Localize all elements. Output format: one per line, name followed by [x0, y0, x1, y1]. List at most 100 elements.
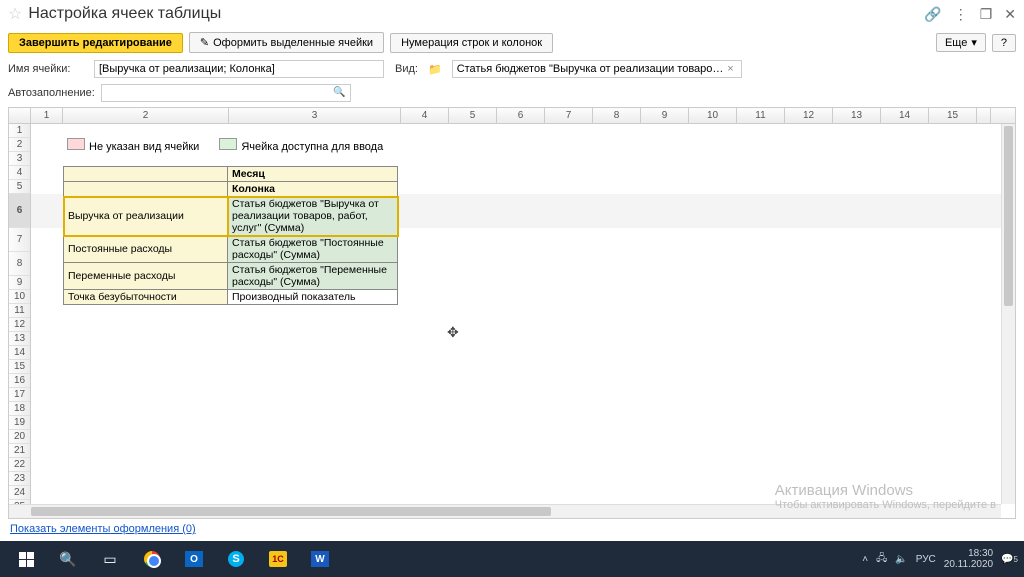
kind-cell[interactable]: Статья бюджетов "Постоянные расходы" (Су… [228, 236, 398, 263]
row-header[interactable]: 14 [9, 346, 30, 360]
row-header[interactable]: 20 [9, 430, 30, 444]
vscroll-thumb[interactable] [1004, 126, 1013, 306]
row-header[interactable]: 8 [9, 252, 30, 276]
row-header[interactable]: 21 [9, 444, 30, 458]
row-label-cell[interactable]: Выручка от реализации [64, 197, 228, 236]
row-header[interactable]: 2 [9, 138, 30, 152]
col-header[interactable]: 2 [63, 108, 229, 123]
col-header[interactable]: 5 [449, 108, 497, 123]
row-header[interactable]: 13 [9, 332, 30, 346]
col-header[interactable]: 7 [545, 108, 593, 123]
clock-time: 18:30 [944, 548, 993, 559]
col-header[interactable]: 14 [881, 108, 929, 123]
task-view-button[interactable]: ▭ [90, 544, 130, 574]
kind-field[interactable]: Статья бюджетов "Выручка от реализации т… [452, 60, 742, 78]
legend-no-type-label: Не указан вид ячейки [89, 141, 199, 153]
restore-icon[interactable]: ❐ [980, 6, 993, 23]
volume-icon[interactable]: 🔈 [895, 554, 907, 565]
more-button[interactable]: Еще ▾ [936, 33, 986, 52]
folder-icon[interactable]: 📁 [428, 63, 442, 76]
row-headers: 1234567891011121314151617181920212223242… [9, 124, 31, 504]
spreadsheet-grid: 1 2 3 4 5 6 7 8 9 10 11 12 13 14 15 1234… [8, 107, 1016, 519]
row-header[interactable]: 10 [9, 290, 30, 304]
taskbar: 🔍 ▭ O S 1C W ˄ 🖧 🔈 РУС 18:30 20.11.2020 … [0, 541, 1024, 577]
col-header[interactable]: 6 [497, 108, 545, 123]
notifications-icon[interactable]: 💬5 [1001, 554, 1018, 565]
window-title: Настройка ячеек таблицы [28, 5, 924, 23]
link-icon[interactable]: 🔗 [924, 6, 941, 23]
row-header[interactable]: 7 [9, 228, 30, 252]
vertical-scrollbar[interactable] [1001, 124, 1015, 504]
kind-cell[interactable]: Статья бюджетов "Выручка от реализации т… [228, 197, 398, 236]
chrome-icon [144, 551, 160, 567]
language-indicator[interactable]: РУС [916, 554, 936, 565]
hscroll-thumb[interactable] [31, 507, 551, 516]
finish-editing-button[interactable]: Завершить редактирование [8, 33, 183, 53]
word-taskbar-button[interactable]: W [300, 544, 340, 574]
kind-cell[interactable]: Статья бюджетов "Переменные расходы" (Су… [228, 263, 398, 290]
col-header[interactable]: 12 [785, 108, 833, 123]
col-header[interactable]: 4 [401, 108, 449, 123]
col-header[interactable]: 10 [689, 108, 737, 123]
title-bar: ☆ Настройка ячеек таблицы 🔗 ⋮ ❐ ✕ [0, 0, 1024, 28]
col-header[interactable]: 9 [641, 108, 689, 123]
skype-icon: S [228, 551, 244, 567]
row-header[interactable]: 15 [9, 360, 30, 374]
horizontal-scrollbar[interactable] [9, 504, 1001, 518]
row-header[interactable]: 23 [9, 472, 30, 486]
cell-name-value: [Выручка от реализации; Колонка] [99, 63, 275, 75]
menu-icon[interactable]: ⋮ [954, 6, 968, 23]
col-header[interactable]: 1 [31, 108, 63, 123]
skype-taskbar-button[interactable]: S [216, 544, 256, 574]
cells-area[interactable]: Не указан вид ячейки Ячейка доступна для… [31, 124, 1015, 504]
column-headers: 1 2 3 4 5 6 7 8 9 10 11 12 13 14 15 [9, 108, 1015, 124]
month-header-cell[interactable]: Месяц [228, 167, 398, 182]
kind-clear-icon[interactable]: × [724, 63, 736, 75]
row-header[interactable]: 5 [9, 180, 30, 194]
header-cell[interactable] [64, 182, 228, 197]
chrome-taskbar-button[interactable] [132, 544, 172, 574]
clock[interactable]: 18:30 20.11.2020 [944, 548, 993, 570]
col-header[interactable]: 11 [737, 108, 785, 123]
row-header[interactable]: 1 [9, 124, 30, 138]
column-header-cell[interactable]: Колонка [228, 182, 398, 197]
start-button[interactable] [6, 544, 46, 574]
search-taskbar-button[interactable]: 🔍 [48, 544, 88, 574]
row-header[interactable]: 19 [9, 416, 30, 430]
kind-cell[interactable]: Производный показатель [228, 290, 398, 305]
row-header[interactable]: 4 [9, 166, 30, 180]
row-header[interactable]: 22 [9, 458, 30, 472]
show-design-elements-link[interactable]: Показать элементы оформления (0) [10, 523, 196, 535]
col-header[interactable]: 15 [929, 108, 977, 123]
col-header[interactable]: 8 [593, 108, 641, 123]
col-header[interactable]: 13 [833, 108, 881, 123]
header-cell[interactable] [64, 167, 228, 182]
autofill-field[interactable]: 🔍 [101, 84, 351, 102]
network-icon[interactable]: 🖧 [876, 551, 887, 568]
row-header[interactable]: 12 [9, 318, 30, 332]
favorite-star-icon[interactable]: ☆ [8, 4, 22, 24]
corner-cell[interactable] [9, 108, 31, 123]
row-header[interactable]: 24 [9, 486, 30, 500]
outlook-taskbar-button[interactable]: O [174, 544, 214, 574]
col-header[interactable]: 3 [229, 108, 401, 123]
numbering-button[interactable]: Нумерация строк и колонок [390, 33, 553, 53]
format-cells-button[interactable]: ✎ Оформить выделенные ячейки [189, 32, 384, 53]
row-header[interactable]: 3 [9, 152, 30, 166]
row-header[interactable]: 6 [9, 194, 30, 228]
help-button[interactable]: ? [992, 34, 1016, 52]
row-header[interactable]: 18 [9, 402, 30, 416]
row-header[interactable]: 11 [9, 304, 30, 318]
onec-taskbar-button[interactable]: 1C [258, 544, 298, 574]
row-header[interactable]: 9 [9, 276, 30, 290]
row-label-cell[interactable]: Постоянные расходы [64, 236, 228, 263]
row-label-cell[interactable]: Переменные расходы [64, 263, 228, 290]
row-label-cell[interactable]: Точка безубыточности [64, 290, 228, 305]
tray-chevron-icon[interactable]: ˄ [862, 554, 868, 565]
cell-name-label: Имя ячейки: [8, 63, 88, 75]
search-icon[interactable]: 🔍 [333, 87, 345, 98]
row-header[interactable]: 17 [9, 388, 30, 402]
cell-name-field[interactable]: [Выручка от реализации; Колонка] [94, 60, 384, 78]
row-header[interactable]: 16 [9, 374, 30, 388]
close-icon[interactable]: ✕ [1004, 6, 1016, 23]
